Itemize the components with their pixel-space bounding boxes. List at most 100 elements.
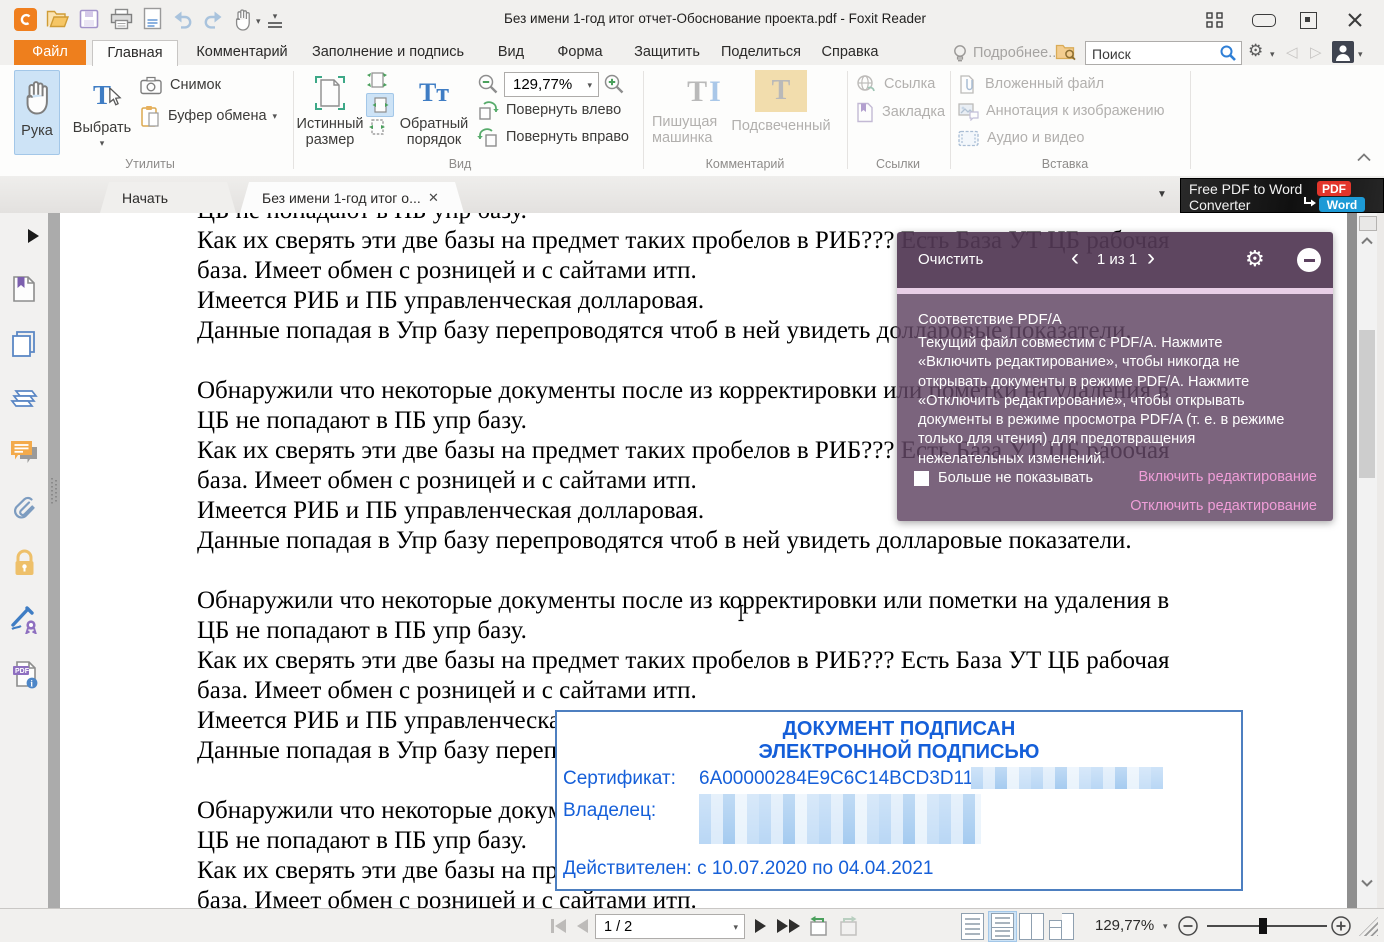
reverse-order-button[interactable]: Tт Обратный порядок: [396, 70, 472, 158]
search-input[interactable]: [1090, 42, 1214, 66]
zoom-in-button[interactable]: [1330, 915, 1352, 937]
previous-view-button[interactable]: [807, 915, 830, 937]
resize-grip[interactable]: [1359, 917, 1378, 936]
audio-video-button[interactable]: Аудио и видео: [958, 127, 1084, 149]
snapshot-button[interactable]: Снимок: [140, 73, 221, 97]
next-view-button[interactable]: [837, 915, 860, 937]
scroll-up-icon[interactable]: [1360, 237, 1374, 245]
start-tab-label[interactable]: Начать: [122, 190, 168, 206]
zoom-out-ribbon-button[interactable]: [477, 73, 499, 95]
print-icon[interactable]: [110, 8, 133, 30]
account-avatar[interactable]: [1332, 41, 1354, 63]
history-forward-icon[interactable]: ▷: [1310, 43, 1322, 61]
pdfa-disable-editing-link[interactable]: Отключить редактирование: [1130, 498, 1317, 514]
zoom-combo[interactable]: 129,77% ▾: [504, 72, 599, 97]
zoom-out-button[interactable]: [1177, 915, 1199, 937]
attachments-panel-icon[interactable]: [11, 494, 38, 522]
tab-form[interactable]: Форма: [548, 40, 612, 65]
layout-grid-button[interactable]: [1206, 12, 1224, 28]
fit-width-button[interactable]: [366, 93, 394, 117]
zoom-slider-track[interactable]: [1207, 925, 1327, 927]
minimize-button[interactable]: [1252, 14, 1276, 27]
pdfa-minimize-icon[interactable]: [1297, 248, 1321, 272]
status-zoom-caret-icon[interactable]: ▾: [1163, 922, 1168, 931]
attached-file-button[interactable]: Вложенный файл: [958, 73, 1104, 95]
pdfa-settings-icon[interactable]: ⚙: [1245, 246, 1265, 272]
signature-panel-icon[interactable]: [10, 605, 39, 634]
tab-comment[interactable]: Комментарий: [188, 40, 296, 65]
tab-file[interactable]: Файл: [14, 40, 86, 65]
scrollbar-top-button[interactable]: [1359, 216, 1377, 231]
collapse-ribbon-button[interactable]: [1356, 153, 1372, 162]
customize-toolbar-icon[interactable]: ▾: [268, 12, 282, 28]
scrollbar-thumb[interactable]: [1359, 330, 1375, 478]
layers-panel-icon[interactable]: [9, 385, 39, 412]
link-button[interactable]: Ссылка: [856, 73, 935, 95]
tab-fill-sign[interactable]: Заполнение и подпись: [306, 40, 470, 65]
email-document-icon[interactable]: [142, 7, 163, 30]
document-tab-label[interactable]: Без имени 1-год итог о...: [262, 190, 421, 206]
hand-tool-quick-icon[interactable]: [233, 8, 253, 31]
pdfa-dont-show-label[interactable]: Больше не показывать: [938, 470, 1093, 486]
actual-size-button[interactable]: Истинный размер: [296, 70, 364, 158]
first-page-button[interactable]: [551, 919, 566, 933]
tab-protect[interactable]: Защитить: [628, 40, 706, 65]
fit-page-button[interactable]: [366, 71, 392, 91]
prev-page-button[interactable]: [577, 919, 588, 933]
folder-search-icon[interactable]: [1055, 43, 1077, 61]
last-page-button[interactable]: [777, 919, 800, 933]
open-file-icon[interactable]: [46, 9, 69, 29]
page-number-combo[interactable]: 1 / 2 ▾: [595, 914, 745, 939]
sidebar-splitter[interactable]: [48, 213, 60, 908]
pdfa-next-icon[interactable]: ›: [1147, 244, 1155, 272]
pdfa-clear-button[interactable]: Очистить: [918, 251, 983, 268]
tab-view[interactable]: Вид: [490, 40, 532, 65]
rotate-right-button[interactable]: Повернуть вправо: [477, 125, 629, 149]
tab-list-caret-icon[interactable]: ▼: [1157, 189, 1167, 200]
zoom-combo-caret-icon[interactable]: ▾: [587, 80, 592, 89]
save-icon[interactable]: [79, 9, 99, 29]
next-page-button[interactable]: [755, 919, 766, 933]
rotate-left-button[interactable]: Повернуть влево: [477, 98, 621, 122]
account-caret-icon[interactable]: ▾: [1358, 50, 1363, 59]
hand-tool-button[interactable]: Рука: [14, 70, 60, 155]
pdfa-enable-editing-link[interactable]: Включить редактирование: [1138, 469, 1317, 485]
facing-view-button[interactable]: [1019, 913, 1044, 940]
continuous-facing-view-button[interactable]: [1049, 913, 1074, 940]
zoom-slider-handle[interactable]: [1259, 918, 1267, 934]
more-info-link[interactable]: Подробнее...: [973, 45, 1060, 61]
clipboard-button[interactable]: Буфер обмена ▾: [140, 103, 277, 129]
fit-visible-button[interactable]: [366, 118, 392, 138]
history-back-icon[interactable]: ◁: [1286, 43, 1298, 61]
close-button[interactable]: [1346, 11, 1364, 29]
pdfa-prev-icon[interactable]: ‹: [1071, 244, 1079, 272]
continuous-view-button[interactable]: [988, 911, 1017, 942]
vertical-scrollbar[interactable]: [1357, 213, 1377, 908]
image-annotation-button[interactable]: Аннотация к изображению: [958, 100, 1164, 122]
pdf-to-word-ad[interactable]: Free PDF to Word Converter PDF Word: [1180, 178, 1384, 213]
tab-home[interactable]: Главная: [92, 40, 178, 66]
search-box[interactable]: [1085, 41, 1242, 66]
zoom-in-ribbon-button[interactable]: [603, 73, 625, 95]
comments-panel-icon[interactable]: [10, 439, 39, 467]
redo-icon[interactable]: [202, 10, 224, 29]
settings-gear-icon[interactable]: ⚙: [1248, 41, 1263, 61]
hand-tool-caret-icon[interactable]: ▾: [256, 17, 261, 26]
settings-caret-icon[interactable]: ▾: [1270, 50, 1275, 59]
tab-share[interactable]: Поделиться: [718, 40, 804, 65]
bookmarks-panel-icon[interactable]: [11, 275, 37, 303]
document-tab-close-icon[interactable]: ✕: [428, 190, 439, 206]
pdfa-dont-show-checkbox[interactable]: [914, 471, 929, 486]
select-tool-button[interactable]: T Выбрать ▾: [66, 70, 138, 153]
bookmark-button[interactable]: Закладка: [856, 101, 945, 123]
single-page-view-button[interactable]: [961, 913, 984, 940]
expand-panel-icon[interactable]: [28, 229, 39, 243]
tab-help[interactable]: Справка: [816, 40, 884, 65]
splitter-handle[interactable]: [51, 478, 57, 504]
search-icon[interactable]: [1219, 44, 1237, 62]
highlight-button[interactable]: T Подсвеченный: [726, 68, 836, 160]
foxit-logo-icon[interactable]: [14, 8, 37, 31]
pages-panel-icon[interactable]: [11, 330, 38, 358]
pdf-properties-panel-icon[interactable]: PDF i: [11, 660, 39, 689]
page-combo-caret-icon[interactable]: ▾: [733, 922, 738, 931]
